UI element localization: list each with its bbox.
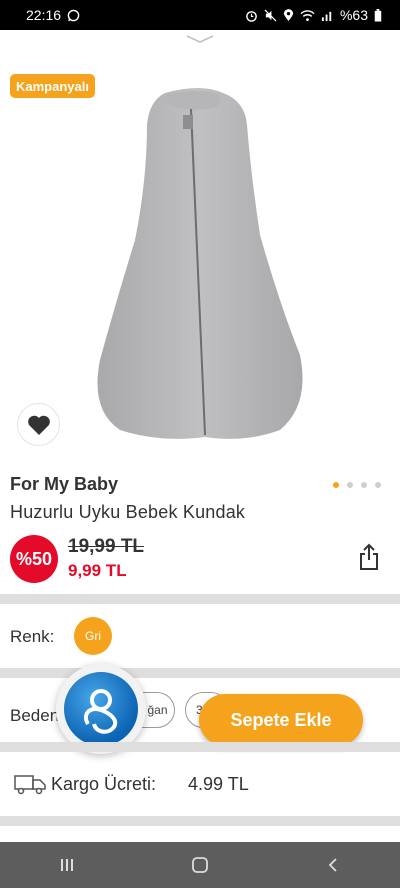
product-name: Huzurlu Uyku Bebek Kundak (10, 502, 246, 522)
heart-icon (27, 415, 50, 435)
logo-icon (83, 689, 118, 734)
system-nav-bar (0, 842, 400, 888)
signal-icon (321, 11, 332, 21)
pagination-dot[interactable] (361, 482, 367, 488)
shipping-label: Kargo Ücreti: (51, 774, 157, 794)
product-image[interactable] (95, 85, 307, 440)
shipping-value: 4.99 TL (188, 774, 249, 794)
brand-logo (64, 672, 138, 746)
whatsapp-icon (67, 9, 80, 21)
alarm-icon (246, 10, 257, 22)
status-time: 22:16 (26, 7, 62, 23)
wifi-icon (300, 9, 315, 21)
home-button[interactable] (180, 850, 220, 880)
battery-icon (374, 8, 382, 22)
truck-icon (14, 775, 46, 795)
color-label: Renk: (10, 627, 55, 646)
section-divider (0, 594, 400, 604)
back-button[interactable] (313, 850, 353, 880)
recent-apps-button[interactable] (47, 850, 87, 880)
size-label: Beden (10, 706, 60, 725)
add-to-cart-button[interactable]: Sepete Ekle (199, 694, 363, 746)
pagination-dot[interactable] (333, 482, 339, 488)
battery-percent: %63 (339, 7, 368, 23)
mute-icon (264, 9, 277, 21)
section-divider (0, 668, 400, 678)
location-icon (283, 8, 294, 21)
product-brand[interactable]: For My Baby (10, 474, 118, 495)
chevron-down-icon[interactable] (185, 34, 215, 44)
brand-logo-button[interactable] (56, 664, 146, 754)
pagination-dot[interactable] (375, 482, 381, 488)
pagination-dot[interactable] (347, 482, 353, 488)
section-divider (0, 816, 400, 826)
home-icon (192, 857, 208, 873)
new-price: 9,99 TL (68, 561, 127, 580)
old-price: 19,99 TL (68, 536, 145, 557)
campaign-badge: Kampanyalı (10, 74, 95, 98)
share-icon[interactable] (357, 543, 381, 571)
favorite-button[interactable] (17, 403, 60, 446)
image-pagination[interactable] (333, 482, 381, 488)
status-bar: 22:16 %63 (0, 0, 400, 30)
back-icon (329, 858, 337, 872)
section-divider (0, 742, 400, 752)
recent-apps-icon (60, 859, 73, 871)
color-option-gri[interactable]: Gri (74, 617, 112, 655)
discount-badge: %50 (10, 535, 58, 583)
